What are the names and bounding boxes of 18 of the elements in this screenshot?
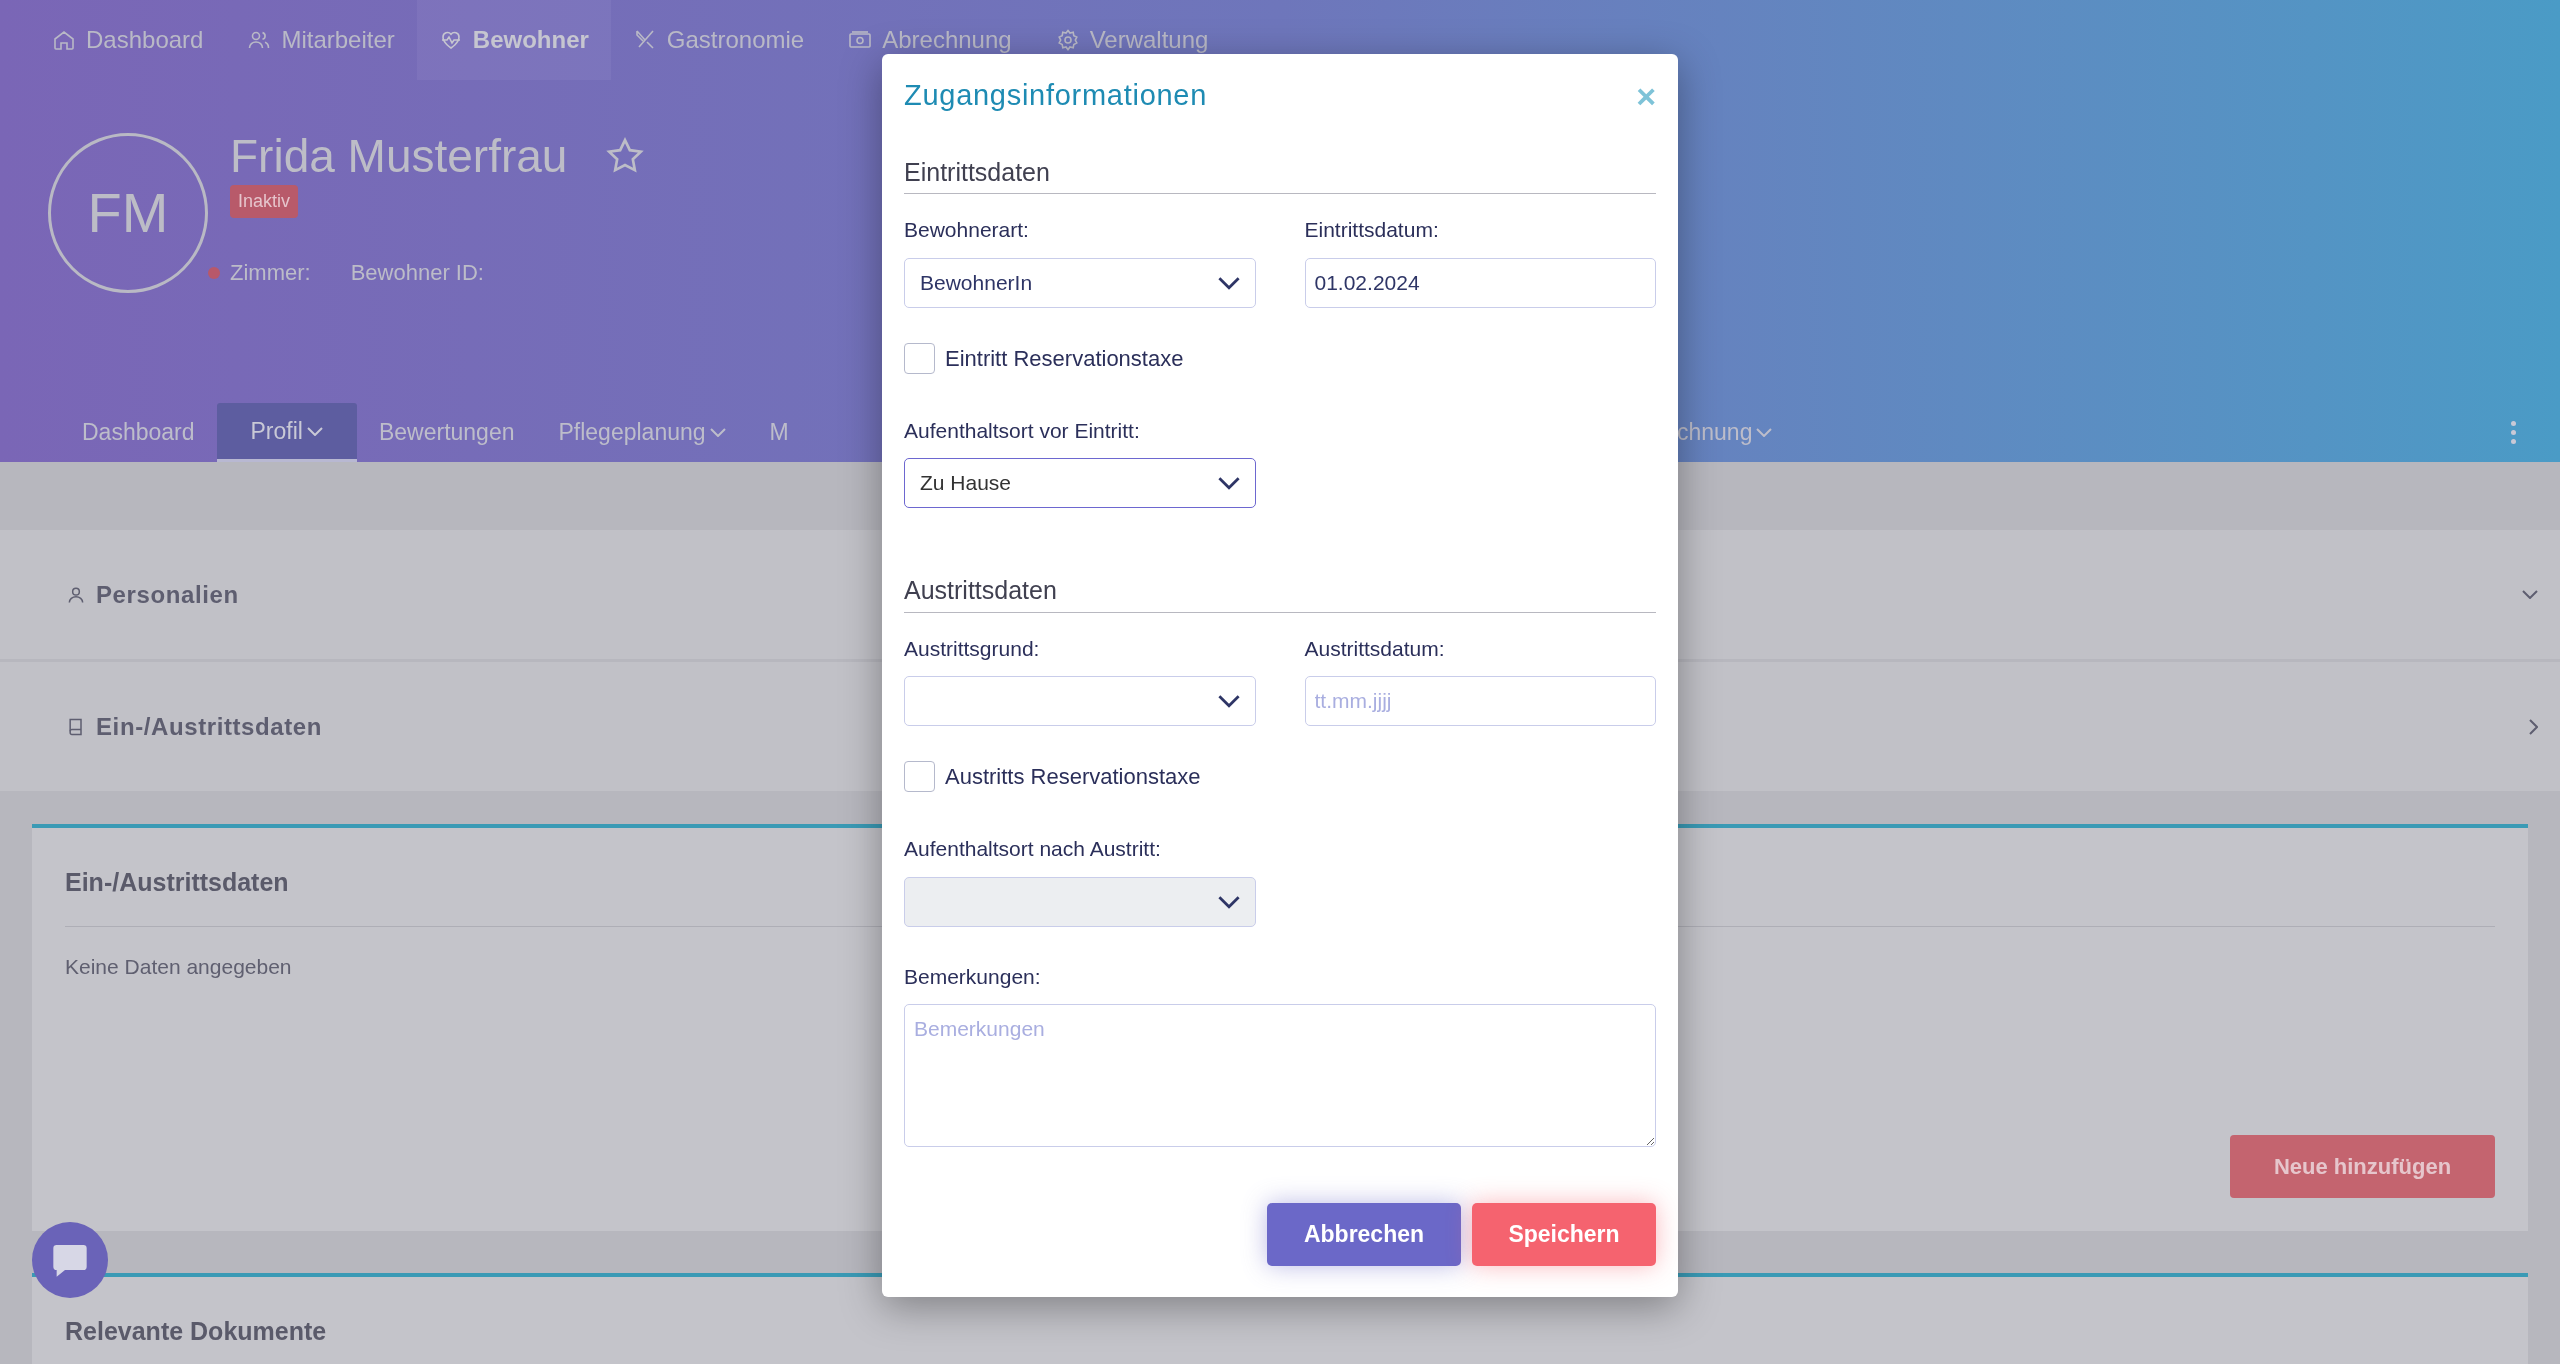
field-label: Bewohnerart:: [904, 217, 1030, 243]
section-heading: Austrittsdaten: [904, 572, 1656, 613]
status-badge: Inaktiv: [230, 185, 299, 218]
empty-message: Keine Daten angegeben: [65, 953, 292, 980]
field-label: Aufenthaltsort vor Eintritt:: [904, 417, 1141, 444]
field-label: Bewohner ID:: [350, 259, 484, 287]
checkbox-label: Eintritt Reservationstaxe: [945, 344, 1184, 373]
field-label: Zimmer:: [230, 259, 311, 287]
field-label: Austrittsdatum:: [1304, 635, 1446, 662]
modal-title: Zugangsinformationen: [904, 78, 1208, 113]
section-heading: Eintrittsdaten: [904, 153, 1656, 194]
resident-name: Frida Musterfrau: [230, 133, 568, 179]
field-label: Bemerkungen:: [904, 963, 1042, 990]
field-label: Austrittsgrund:: [904, 635, 1041, 662]
avatar: FM: [48, 133, 208, 293]
field-label: Aufenthaltsort nach Austritt:: [904, 836, 1162, 862]
field-label: Eintrittsdatum:: [1304, 217, 1440, 243]
checkbox-label: Austritts Reservationstaxe: [945, 763, 1201, 791]
